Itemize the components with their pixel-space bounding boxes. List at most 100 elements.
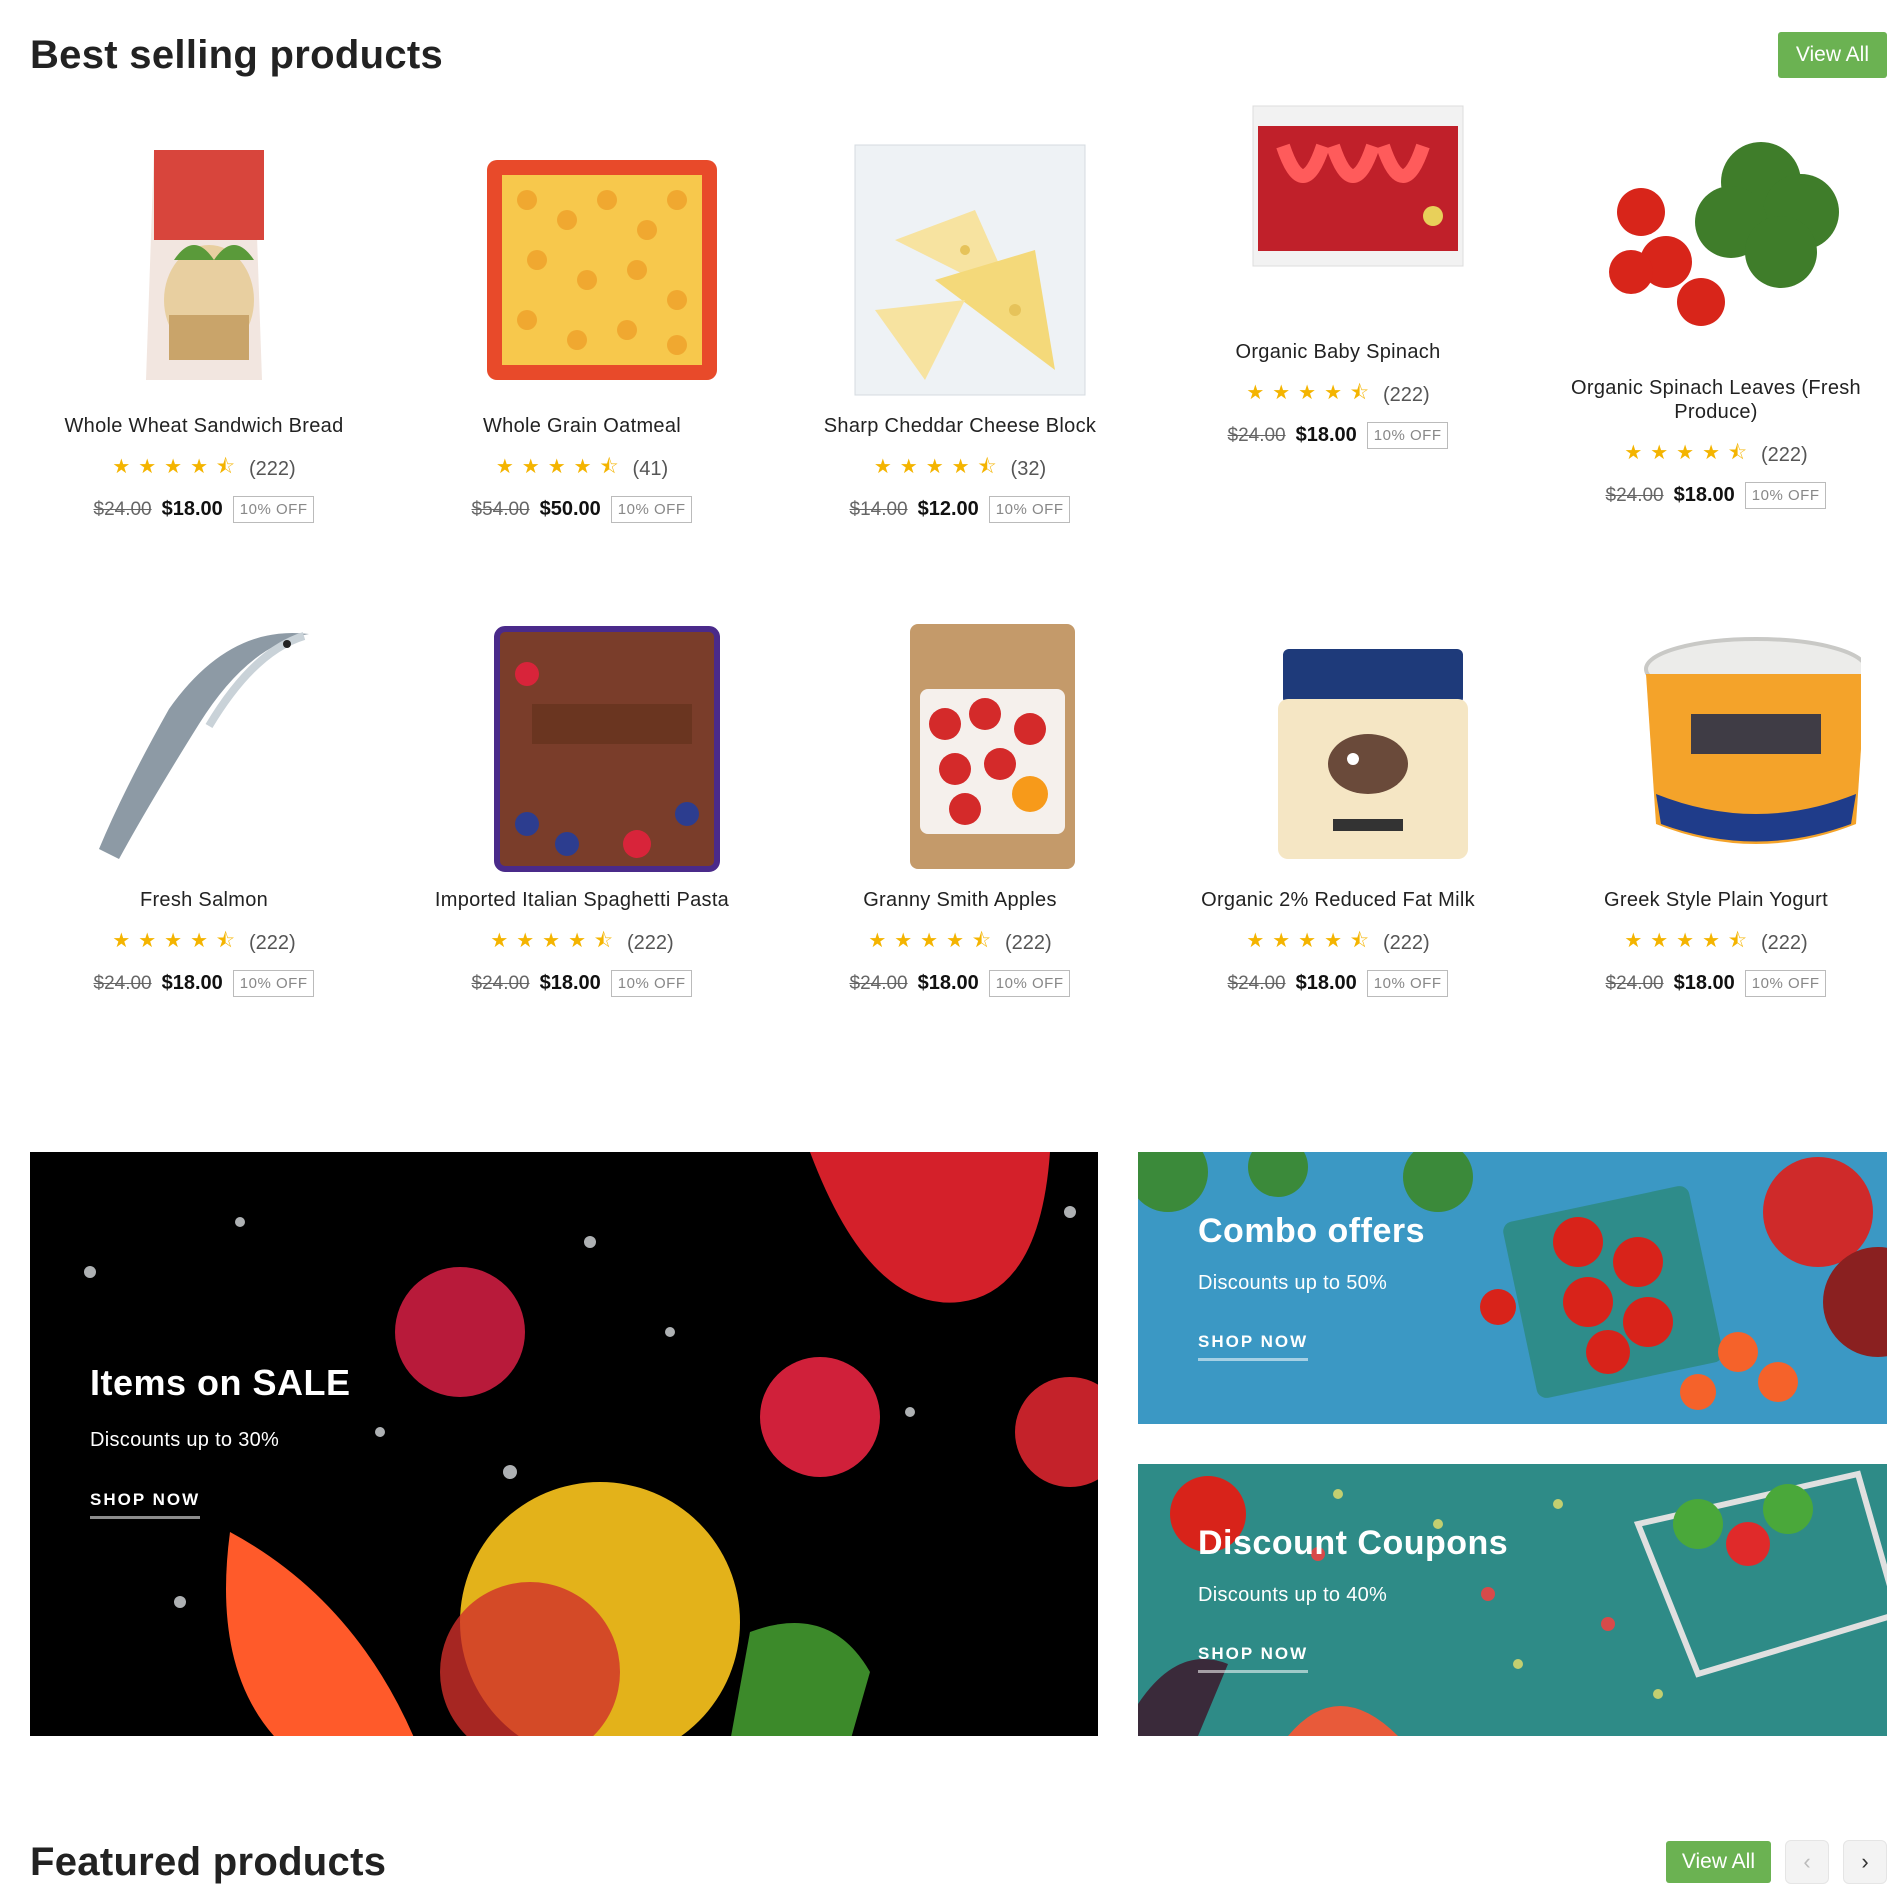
price: $18.00 [161, 498, 223, 520]
banner-subtitle: Discounts up to 30% [90, 1429, 280, 1451]
star-rating-icon: ★★★★⯪ [112, 456, 243, 478]
product-card[interactable]: Organic Baby Spinach ★★★★⯪ (222) $24.00 $1… [1149, 46, 1527, 516]
star-rating-icon: ★★★★⯪ [1624, 442, 1755, 464]
product-name[interactable]: Sharp Cheddar Cheese Block [824, 414, 1096, 438]
product-image-pasta[interactable] [437, 614, 727, 874]
review-count: (32) [1010, 457, 1047, 480]
review-count: (222) [1382, 383, 1430, 406]
price-row: $24.00 $18.00 10% OFF [1228, 970, 1449, 997]
chevron-right-icon[interactable]: › [1843, 1840, 1887, 1884]
review-count: (222) [248, 931, 296, 954]
product-card[interactable]: Sharp Cheddar Cheese Block ★★★★⯪ (32) $14… [771, 120, 1149, 590]
best-selling-header: Best selling products View All [30, 32, 1887, 78]
product-name[interactable]: Organic 2% Reduced Fat Milk [1201, 888, 1475, 912]
price-row: $54.00 $50.00 10% OFF [472, 496, 693, 523]
rating: ★★★★⯪ (222) [112, 452, 295, 486]
chevron-left-icon[interactable]: ‹ [1785, 1840, 1829, 1884]
product-name[interactable]: Granny Smith Apples [863, 888, 1057, 912]
price: $12.00 [917, 498, 979, 520]
rating: ★★★★⯪ (222) [868, 926, 1051, 960]
star-rating-icon: ★★★★⯪ [1246, 930, 1377, 952]
price-row: $24.00 $18.00 10% OFF [94, 496, 315, 523]
banner-subtitle: Discounts up to 50% [1198, 1272, 1388, 1294]
price: $18.00 [161, 972, 223, 994]
price-row: $24.00 $18.00 10% OFF [1606, 970, 1827, 997]
discount-badge: 10% OFF [1366, 422, 1449, 449]
product-image-milk[interactable] [1193, 614, 1483, 874]
coupons-banner[interactable]: Discount Coupons Discounts up to 40% SHO… [1138, 1464, 1887, 1736]
star-rating-icon: ★★★★⯪ [112, 930, 243, 952]
product-card[interactable]: Greek Style Plain Yogurt ★★★★⯪ (222) $24.… [1527, 594, 1887, 1064]
old-price: $54.00 [471, 498, 530, 520]
rating: ★★★★⯪ (222) [1246, 926, 1429, 960]
discount-badge: 10% OFF [988, 496, 1071, 523]
review-count: (222) [1760, 931, 1808, 954]
old-price: $24.00 [1605, 484, 1664, 506]
product-card[interactable]: Granny Smith Apples ★★★★⯪ (222) $24.00 $18… [771, 594, 1149, 1064]
shop-now-link[interactable]: SHOP NOW [90, 1490, 201, 1519]
featured-controls: View All ‹ › [1665, 1840, 1887, 1884]
banner-subtitle: Discounts up to 40% [1198, 1584, 1388, 1606]
product-name[interactable]: Greek Style Plain Yogurt [1604, 888, 1828, 912]
product-name[interactable]: Organic Baby Spinach [1235, 340, 1440, 364]
review-count: (41) [632, 457, 669, 480]
product-name[interactable]: Whole Grain Oatmeal [483, 414, 681, 438]
price: $18.00 [1295, 424, 1357, 446]
combo-banner[interactable]: Combo offers Discounts up to 50% SHOP NO… [1138, 1152, 1887, 1424]
featured-header: Featured products View All ‹ › [30, 1840, 1887, 1885]
review-count: (222) [1382, 931, 1430, 954]
product-name[interactable]: Whole Wheat Sandwich Bread [64, 414, 343, 438]
price-row: $24.00 $18.00 10% OFF [850, 970, 1071, 997]
shop-now-link[interactable]: SHOP NOW [1198, 1644, 1309, 1673]
product-grid: Whole Wheat Sandwich Bread ★★★★⯪ (222) $2… [15, 105, 1887, 1064]
view-all-button[interactable]: View All [1665, 1841, 1771, 1883]
product-name[interactable]: Organic Spinach Leaves (Fresh Produce) [1546, 376, 1886, 424]
product-name[interactable]: Imported Italian Spaghetti Pasta [435, 888, 729, 912]
rating: ★★★★⯪ (222) [1624, 926, 1807, 960]
product-image-cheese[interactable] [815, 140, 1105, 400]
banner-title: Combo offers [1198, 1212, 1425, 1250]
review-count: (222) [1760, 443, 1808, 466]
product-image-spinach-bag[interactable] [1193, 66, 1483, 326]
rating: ★★★★⯪ (222) [1624, 438, 1807, 472]
view-all-button[interactable]: View All [1777, 32, 1887, 78]
price-row: $24.00 $18.00 10% OFF [1228, 422, 1449, 449]
star-rating-icon: ★★★★⯪ [873, 456, 1005, 478]
star-rating-icon: ★★★★⯪ [868, 930, 999, 952]
review-count: (222) [1004, 931, 1052, 954]
product-card[interactable]: Fresh Salmon ★★★★⯪ (222) $24.00 $18.00 10% … [15, 594, 393, 1064]
shop-now-link[interactable]: SHOP NOW [1198, 1332, 1309, 1361]
review-count: (222) [626, 931, 674, 954]
discount-badge: 10% OFF [1744, 482, 1827, 509]
product-card[interactable]: Organic Spinach Leaves (Fresh Produce) ★… [1527, 82, 1887, 552]
product-image-spinach-leaves[interactable] [1571, 102, 1861, 362]
review-count: (222) [248, 457, 296, 480]
old-price: $24.00 [93, 498, 152, 520]
product-card[interactable]: Whole Wheat Sandwich Bread ★★★★⯪ (222) $2… [15, 120, 393, 590]
section-title: Featured products [30, 1840, 387, 1884]
rating: ★★★★⯪ (222) [112, 926, 295, 960]
price-row: $24.00 $18.00 10% OFF [94, 970, 315, 997]
old-price: $24.00 [1227, 972, 1286, 994]
sale-banner[interactable]: Items on SALE Discounts up to 30% SHOP N… [30, 1152, 1098, 1736]
discount-badge: 10% OFF [1366, 970, 1449, 997]
old-price: $24.00 [1605, 972, 1664, 994]
product-card[interactable]: Organic 2% Reduced Fat Milk ★★★★⯪ (222) $… [1149, 594, 1527, 1064]
star-rating-icon: ★★★★⯪ [490, 930, 621, 952]
rating: ★★★★⯪ (41) [496, 452, 668, 486]
rating: ★★★★⯪ (222) [1246, 378, 1429, 412]
product-image-bread[interactable] [59, 140, 349, 400]
product-card[interactable]: Imported Italian Spaghetti Pasta ★★★★⯪ (2… [393, 594, 771, 1064]
product-image-salmon[interactable] [59, 614, 349, 874]
product-image-oatmeal[interactable] [437, 140, 727, 400]
price: $18.00 [539, 972, 601, 994]
old-price: $24.00 [471, 972, 530, 994]
old-price: $24.00 [1227, 424, 1286, 446]
product-name[interactable]: Fresh Salmon [140, 888, 268, 912]
product-image-yogurt[interactable] [1571, 614, 1861, 874]
price: $50.00 [539, 498, 601, 520]
product-image-apples[interactable] [815, 614, 1105, 874]
product-card[interactable]: Whole Grain Oatmeal ★★★★⯪ (41) $54.00 $50.… [393, 120, 771, 590]
discount-badge: 10% OFF [610, 970, 693, 997]
old-price: $24.00 [93, 972, 152, 994]
